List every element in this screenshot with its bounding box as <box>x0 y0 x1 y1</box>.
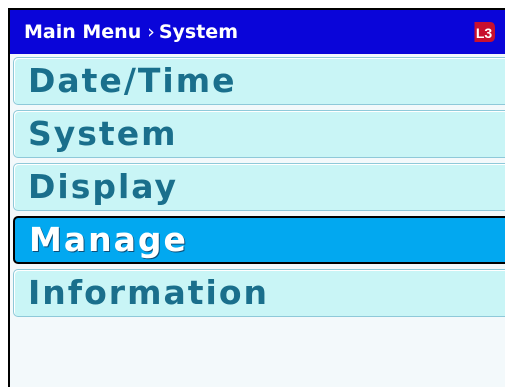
breadcrumb-separator-icon: › <box>147 21 155 43</box>
settings-menu: Date/Time System Display Manage Informat… <box>13 57 505 322</box>
device-screen: Main Menu › System L3 Date/Time System Dis… <box>8 8 505 387</box>
menu-item-label: Display <box>28 167 179 206</box>
menu-item-label: Manage <box>29 220 188 259</box>
breadcrumb: Main Menu › System <box>24 10 238 54</box>
breadcrumb-root[interactable]: Main Menu <box>24 21 141 43</box>
menu-item-label: System <box>28 114 178 153</box>
menu-item-label: Date/Time <box>28 61 237 100</box>
menu-item-date-time[interactable]: Date/Time <box>13 57 505 105</box>
logo-text: L3 <box>476 25 493 41</box>
menu-item-system[interactable]: System <box>13 110 505 158</box>
l3-logo-icon: L3 <box>474 22 495 42</box>
title-bar: Main Menu › System L3 <box>10 10 505 54</box>
menu-item-label: Information <box>28 273 269 312</box>
menu-item-display[interactable]: Display <box>13 163 505 211</box>
menu-item-manage[interactable]: Manage <box>13 216 505 264</box>
breadcrumb-current: System <box>158 21 238 43</box>
menu-item-information[interactable]: Information <box>13 269 505 317</box>
